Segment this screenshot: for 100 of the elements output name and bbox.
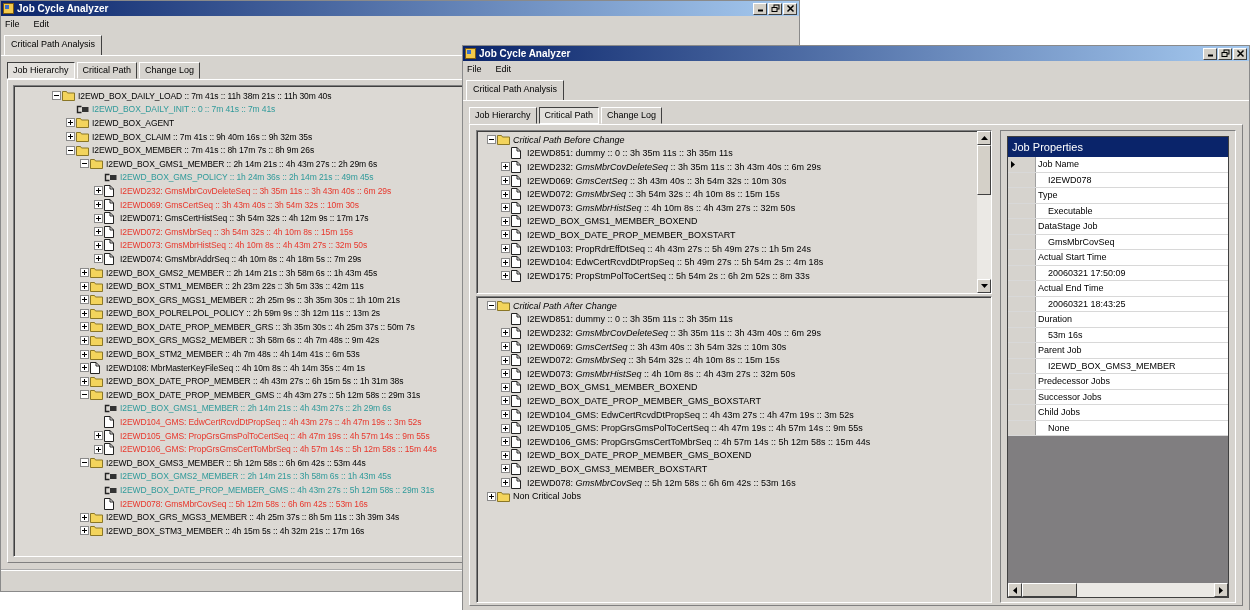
expand-icon[interactable] bbox=[500, 162, 510, 172]
expand-icon[interactable] bbox=[79, 322, 89, 332]
scroll-down-button[interactable] bbox=[977, 279, 991, 293]
expand-icon[interactable] bbox=[79, 336, 89, 345]
expand-icon[interactable] bbox=[500, 244, 510, 254]
tree-item-label[interactable]: I2EWD_BOX_MEMBER :: 7m 41s :: 8h 17m 7s :: 8h 9m 26s bbox=[91, 144, 316, 157]
tree-item-label[interactable]: Non Critical Jobs bbox=[512, 490, 583, 503]
scrollbar-thumb[interactable] bbox=[977, 145, 991, 195]
scrollbar-thumb[interactable] bbox=[1022, 583, 1077, 597]
row-header[interactable] bbox=[1008, 157, 1036, 172]
expand-icon[interactable] bbox=[500, 437, 510, 447]
tree-item-label[interactable]: I2EWD104_GMS: EdwCertRcvdDtPropSeq :: 4h 43m 27s :: 4h 47m 19s :: 3m 52s bbox=[526, 408, 855, 421]
expand-icon[interactable] bbox=[500, 203, 510, 213]
expand-icon[interactable] bbox=[500, 230, 510, 240]
tree-item-label[interactable]: I2EWD078: GmsMbrCovSeq :: 5h 12m 58s :: 6h 6m 42s :: 53m 16s bbox=[526, 476, 797, 489]
collapse-icon[interactable] bbox=[486, 301, 496, 311]
tree-item-label[interactable]: I2EWD_BOX_STM3_MEMBER :: 4h 15m 5s :: 4h 32m 21s :: 17m 16s bbox=[105, 524, 366, 537]
expand-icon[interactable] bbox=[79, 281, 89, 291]
expand-icon[interactable] bbox=[93, 213, 103, 223]
tree-item-label[interactable]: I2EWD232: GmsMbrCovDeleteSeq :: 3h 35m 11s :: 3h 43m 40s :: 6m 29s bbox=[526, 327, 822, 339]
tree-item-label[interactable]: I2EWD072: GmsMbrSeq :: 3h 54m 32s :: 4h 10m 8s :: 15m 15s bbox=[526, 354, 781, 367]
collapse-icon[interactable] bbox=[486, 135, 496, 145]
close-button[interactable] bbox=[783, 2, 797, 15]
expand-icon[interactable] bbox=[93, 240, 103, 250]
tree-item-label[interactable]: Critical Path Before Change bbox=[512, 133, 626, 146]
expand-icon[interactable] bbox=[79, 308, 89, 318]
tab[interactable]: Job Hierarchy bbox=[7, 62, 75, 79]
tree-item-label[interactable]: I2EWD_BOX_GMS3_MEMBER :: 5h 12m 58s :: 6h 6m 42s :: 53m 44s bbox=[105, 456, 367, 469]
tree-item-label[interactable]: I2EWD_BOX_POLRELPOL_POLICY :: 2h 59m 9s :: 3h 12m 11s :: 13m 2s bbox=[105, 307, 382, 320]
expand-icon[interactable] bbox=[79, 268, 89, 277]
tree-item-label[interactable]: I2EWD_BOX_AGENT bbox=[91, 117, 176, 129]
tab[interactable]: Critical Path Analysis bbox=[4, 35, 103, 56]
expand-icon[interactable] bbox=[79, 512, 89, 522]
expand-icon[interactable] bbox=[93, 200, 103, 210]
tree-item-label[interactable]: I2EWD104: EdwCertRcvdDtPropSeq :: 5h 49m 27s :: 5h 54m 2s :: 4m 18s bbox=[526, 256, 825, 269]
tree-item-label[interactable]: I2EWD851: dummy :: 0 :: 3h 35m 11s :: 3h 35m 11s bbox=[526, 313, 734, 326]
scroll-up-button[interactable] bbox=[977, 131, 991, 145]
expand-icon[interactable] bbox=[500, 410, 510, 420]
tree-item-label[interactable]: I2EWD071: GmsCertHistSeq :: 3h 54m 32s :: 4h 12m 9s :: 17m 17s bbox=[119, 212, 370, 225]
expand-icon[interactable] bbox=[500, 450, 510, 460]
tree-item-label[interactable]: I2EWD_BOX_GRS_MGS3_MEMBER :: 4h 25m 37s :: 8h 5m 11s :: 3h 39m 34s bbox=[105, 511, 401, 524]
tab[interactable]: Critical Path Analysis bbox=[466, 80, 565, 101]
tree-item-label[interactable]: I2EWD_BOX_GMS1_MEMBER_BOXEND bbox=[526, 215, 699, 228]
expand-icon[interactable] bbox=[93, 227, 103, 237]
tree-item-label[interactable]: I2EWD073: GmsMbrHistSeq :: 4h 10m 8s :: 4h 43m 27s :: 32m 50s bbox=[526, 367, 797, 380]
expand-icon[interactable] bbox=[500, 464, 510, 474]
minimize-button[interactable] bbox=[1203, 47, 1217, 60]
expand-icon[interactable] bbox=[79, 376, 89, 386]
tree-item-label[interactable]: I2EWD_BOX_GRS_MGS1_MEMBER :: 2h 25m 9s :: 3h 35m 30s :: 1h 10m 21s bbox=[105, 293, 401, 306]
expand-icon[interactable] bbox=[500, 369, 510, 379]
tree-item-label[interactable]: I2EWD_BOX_GMS3_MEMBER_BOXSTART bbox=[526, 462, 709, 475]
tree-item-label[interactable]: I2EWD_BOX_DATE_PROP_MEMBER_GMS :: 4h 43m 27s :: 5h 12m 58s :: 29m 31s bbox=[105, 388, 422, 401]
restore-button[interactable] bbox=[1218, 47, 1232, 60]
expand-icon[interactable] bbox=[79, 349, 89, 359]
vertical-scrollbar[interactable] bbox=[977, 131, 991, 293]
expand-icon[interactable] bbox=[500, 355, 510, 365]
expand-icon[interactable] bbox=[500, 342, 510, 352]
tab[interactable]: Critical Path bbox=[76, 62, 138, 79]
tree-item-label[interactable]: I2EWD851: dummy :: 0 :: 3h 35m 11s :: 3h 35m 11s bbox=[526, 147, 734, 160]
expand-icon[interactable] bbox=[500, 176, 510, 186]
tab[interactable]: Job Hierarchy bbox=[469, 107, 537, 124]
menu-item[interactable]: Edit bbox=[495, 63, 512, 75]
tree-item-label[interactable]: I2EWD069: GmsCertSeq :: 3h 43m 40s :: 3h 54m 32s :: 10m 30s bbox=[526, 340, 788, 353]
tree-item-label[interactable]: I2EWD_BOX_GMS1_MEMBER :: 2h 14m 21s :: 4h 43m 27s :: 2h 29m 6s bbox=[105, 157, 379, 170]
tree-item-label[interactable]: I2EWD_BOX_DATE_PROP_MEMBER_BOXSTART bbox=[526, 228, 737, 241]
tree-item-label[interactable]: I2EWD074: GmsMbrAddrSeq :: 4h 10m 8s :: 4h 18m 5s :: 7m 29s bbox=[119, 252, 363, 265]
tree-item-label[interactable]: Critical Path After Change bbox=[512, 299, 618, 312]
tree-item-label[interactable]: I2EWD_BOX_DATE_PROP_MEMBER_GMS_BOXSTART bbox=[526, 394, 763, 407]
restore-button[interactable] bbox=[768, 2, 782, 15]
tree-item-label[interactable]: I2EWD_BOX_DAILY_LOAD :: 7m 41s :: 11h 38m 21s :: 11h 30m 40s bbox=[77, 89, 333, 102]
expand-icon[interactable] bbox=[500, 216, 510, 226]
tree-item-label[interactable]: I2EWD108: MbrMasterKeyFileSeq :: 4h 10m 8s :: 4h 14m 35s :: 4m 1s bbox=[105, 361, 366, 374]
tab[interactable]: Change Log bbox=[601, 107, 663, 124]
tree-item-label[interactable]: I2EWD106_GMS: PropGrsGmsCertToMbrSeq :: 4h 57m 14s :: 5h 12m 58s :: 15m 44s bbox=[526, 435, 872, 448]
expand-icon[interactable] bbox=[93, 186, 103, 196]
tree-item-label[interactable]: I2EWD_BOX_GRS_MGS2_MEMBER :: 3h 58m 6s :: 4h 7m 48s :: 9m 42s bbox=[105, 334, 381, 347]
collapse-icon[interactable] bbox=[79, 390, 89, 400]
tree-item-label[interactable]: I2EWD103: PropRdrEffDtSeq :: 4h 43m 27s :: 5h 49m 27s :: 1h 5m 24s bbox=[526, 242, 812, 255]
expand-icon[interactable] bbox=[79, 363, 89, 373]
expand-icon[interactable] bbox=[500, 328, 510, 338]
tree-item-label[interactable]: I2EWD_BOX_STM1_MEMBER :: 2h 23m 22s :: 3h 5m 33s :: 42m 11s bbox=[105, 280, 365, 293]
tree-item-label[interactable]: I2EWD073: GmsMbrHistSeq :: 4h 10m 8s :: 4h 43m 27s :: 32m 50s bbox=[526, 201, 797, 214]
expand-icon[interactable] bbox=[500, 382, 510, 392]
menu-item[interactable]: File bbox=[467, 63, 482, 75]
menu-item[interactable]: File bbox=[5, 18, 20, 30]
collapse-icon[interactable] bbox=[51, 91, 61, 101]
tree-item-label[interactable]: I2EWD_BOX_STM2_MEMBER :: 4h 7m 48s :: 4h 14m 41s :: 6m 53s bbox=[105, 348, 361, 361]
horizontal-scrollbar[interactable] bbox=[1008, 583, 1228, 597]
tree-item-label[interactable]: I2EWD069: GmsCertSeq :: 3h 43m 40s :: 3h 54m 32s :: 10m 30s bbox=[526, 174, 788, 187]
collapse-icon[interactable] bbox=[65, 145, 75, 155]
expand-icon[interactable] bbox=[500, 423, 510, 433]
collapse-icon[interactable] bbox=[79, 159, 89, 169]
expand-icon[interactable] bbox=[93, 444, 103, 454]
tree-item-label[interactable]: I2EWD_BOX_DATE_PROP_MEMBER_GMS_BOXEND bbox=[526, 449, 753, 462]
tab[interactable]: Critical Path bbox=[538, 107, 600, 124]
collapse-icon[interactable] bbox=[79, 458, 89, 468]
expand-icon[interactable] bbox=[500, 257, 510, 267]
tree-item-label[interactable]: I2EWD105_GMS: PropGrsGmsPolToCertSeq :: 4h 47m 19s :: 4h 57m 14s :: 9m 55s bbox=[526, 422, 864, 435]
tree-item-label[interactable]: I2EWD232: GmsMbrCovDeleteSeq :: 3h 35m 11s :: 3h 43m 40s :: 6m 29s bbox=[526, 161, 822, 173]
scroll-right-button[interactable] bbox=[1214, 583, 1228, 597]
